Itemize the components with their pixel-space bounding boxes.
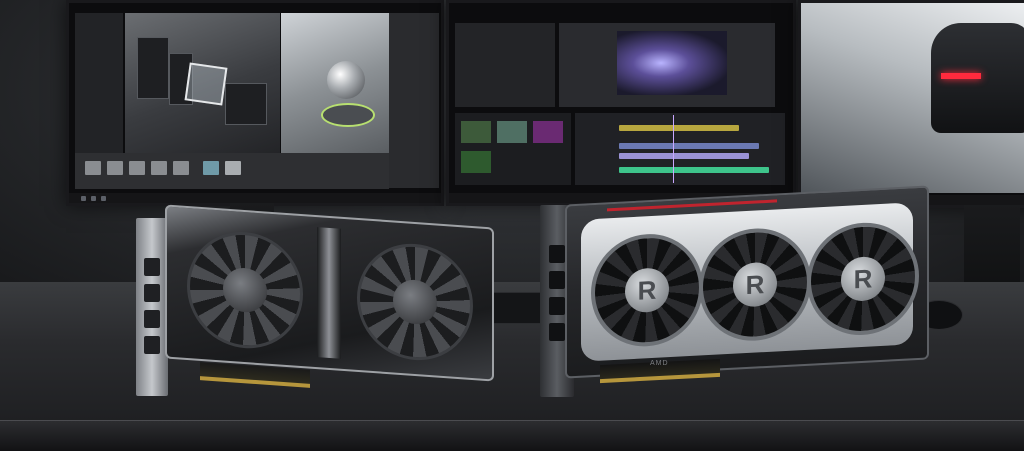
fan-hub-logo: R — [625, 267, 669, 314]
hdmi-port — [144, 336, 160, 354]
editor-content-browser — [75, 153, 389, 189]
asset-thumbnail — [85, 161, 101, 175]
scene-building — [137, 37, 169, 99]
gpu-right: R R R — [565, 185, 929, 379]
taskbar-icon — [81, 196, 86, 201]
editor-program-monitor — [559, 23, 775, 107]
gpu-fan: R — [807, 219, 919, 338]
timeline-track — [619, 167, 769, 173]
taskbar — [69, 193, 441, 203]
right-monitor — [798, 0, 1024, 208]
gpu-shroud: R R R — [581, 202, 919, 362]
media-clip-thumbnail — [461, 121, 491, 143]
timeline-track — [619, 143, 759, 149]
fan-hub-logo: R — [841, 255, 885, 303]
fan-hub-logo: R — [733, 261, 777, 308]
gpu-left-io-bracket — [136, 218, 168, 396]
asset-thumbnail — [151, 161, 167, 175]
asset-thumbnail — [225, 161, 241, 175]
gpu-left — [165, 204, 494, 382]
editor-project-panel — [455, 23, 555, 107]
gpu-shroud-x-band — [317, 227, 341, 359]
fan-hub — [393, 278, 437, 326]
taskbar-icon — [91, 196, 96, 201]
middle-monitor — [446, 0, 796, 206]
taskbar-icon — [101, 196, 106, 201]
display-port — [549, 271, 565, 289]
fan-hub — [223, 266, 267, 314]
editor-outliner-panel — [75, 13, 123, 153]
asset-thumbnail — [203, 161, 219, 175]
gpu-fan — [187, 228, 303, 353]
media-clip-thumbnail — [533, 121, 563, 143]
gpu-fan: R — [591, 231, 703, 350]
timeline-track — [619, 125, 739, 131]
asset-thumbnail — [173, 161, 189, 175]
hdmi-port — [549, 297, 565, 315]
scene-building — [225, 83, 267, 125]
asset-thumbnail — [129, 161, 145, 175]
asset-thumbnail — [107, 161, 123, 175]
video-frame — [617, 31, 727, 95]
gpu-accent-stripe — [607, 199, 777, 212]
media-clip-thumbnail — [497, 121, 527, 143]
display-port — [144, 310, 160, 328]
display-port — [549, 245, 565, 263]
render-tail-light — [941, 73, 981, 79]
gpu-fan: R — [699, 225, 811, 344]
display-port — [144, 258, 160, 276]
timeline-track — [619, 153, 749, 159]
media-clip-thumbnail — [461, 151, 491, 173]
editor-media-bin — [455, 113, 571, 185]
display-port — [144, 284, 160, 302]
gpu-pcb-text: AMD — [650, 360, 669, 367]
material-pedestal — [321, 103, 375, 127]
desk-front-edge — [0, 420, 1024, 451]
editor-details-panel — [389, 13, 439, 188]
material-sphere — [327, 61, 365, 99]
timeline-playhead — [673, 115, 674, 183]
usb-c-port — [549, 323, 565, 341]
photo-scene: { "scene": { "monitors": [ {"name": "lef… — [0, 0, 1024, 451]
left-monitor — [66, 0, 444, 206]
selected-cube-gizmo — [184, 62, 228, 106]
editor-timeline — [575, 113, 785, 185]
gpu-fan — [357, 239, 473, 365]
